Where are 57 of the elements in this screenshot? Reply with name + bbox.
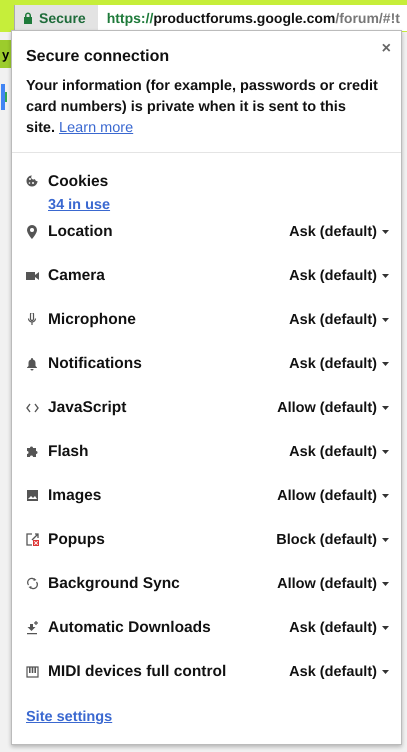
permission-dropdown[interactable]: Allow (default) [277, 488, 389, 504]
permission-dropdown[interactable]: Ask (default) [289, 620, 389, 636]
setting-label: Popups [48, 531, 105, 549]
permission-dropdown[interactable]: Ask (default) [289, 664, 389, 680]
close-button[interactable]: × [382, 43, 391, 55]
caret-icon [382, 450, 389, 454]
camera-icon [26, 269, 39, 283]
microphone-icon [26, 313, 39, 327]
lock-icon [23, 12, 33, 24]
permission-dropdown[interactable]: Ask (default) [289, 312, 389, 328]
image-icon [26, 489, 39, 503]
permission-dropdown[interactable]: Ask (default) [289, 356, 389, 372]
caret-icon [382, 626, 389, 630]
code-brackets-icon [26, 401, 39, 415]
caret-icon [382, 406, 389, 410]
caret-icon [382, 318, 389, 322]
bell-icon [26, 357, 39, 371]
permission-dropdown[interactable]: Allow (default) [277, 576, 389, 592]
cookies-in-use-link[interactable]: 34 in use [48, 197, 110, 213]
learn-more-link[interactable]: Learn more [59, 120, 134, 136]
puzzle-piece-icon [26, 445, 39, 459]
caret-icon [382, 274, 389, 278]
download-icon [26, 621, 39, 635]
permission-dropdown[interactable]: Block (default) [276, 532, 389, 548]
banner-text: y [2, 46, 10, 62]
setting-label: Flash [48, 443, 88, 461]
permission-dropdown[interactable]: Allow (default) [277, 400, 389, 416]
caret-icon [382, 538, 389, 542]
security-chip[interactable]: Secure [15, 5, 98, 31]
cookie-icon [26, 175, 39, 189]
caret-icon [382, 494, 389, 498]
setting-label: Camera [48, 267, 105, 285]
caret-icon [382, 582, 389, 586]
setting-label: Microphone [48, 311, 136, 329]
site-settings-link[interactable]: Site settings [26, 708, 112, 726]
setting-label: Notifications [48, 355, 142, 373]
setting-label: Background Sync [48, 575, 180, 593]
sync-icon [26, 577, 39, 591]
caret-icon [382, 230, 389, 234]
url-text: https://productforums.google.com/forum/#!t [106, 10, 400, 26]
permission-dropdown[interactable]: Ask (default) [289, 224, 389, 240]
setting-label: Images [48, 487, 102, 505]
caret-icon [382, 670, 389, 674]
permission-dropdown[interactable]: Ask (default) [289, 444, 389, 460]
piano-keys-icon [26, 665, 39, 679]
setting-label: JavaScript [48, 399, 126, 417]
popup-title: Secure connection [26, 47, 170, 67]
info-text: Your information (for example, passwords or credit card numbers) is private when it is sent to this site. Learn more [26, 77, 378, 138]
popup-blocked-icon [26, 533, 39, 547]
setting-label: Location [48, 223, 113, 241]
address-bar[interactable]: Secure https://productforums.google.com/forum/#!t [14, 5, 407, 31]
setting-label: Cookies [48, 173, 108, 191]
setting-label: Automatic Downloads [48, 619, 211, 637]
permission-dropdown[interactable]: Ask (default) [289, 268, 389, 284]
caret-icon [382, 362, 389, 366]
setting-label: MIDI devices full control [48, 663, 226, 681]
map-pin-icon [26, 225, 39, 239]
